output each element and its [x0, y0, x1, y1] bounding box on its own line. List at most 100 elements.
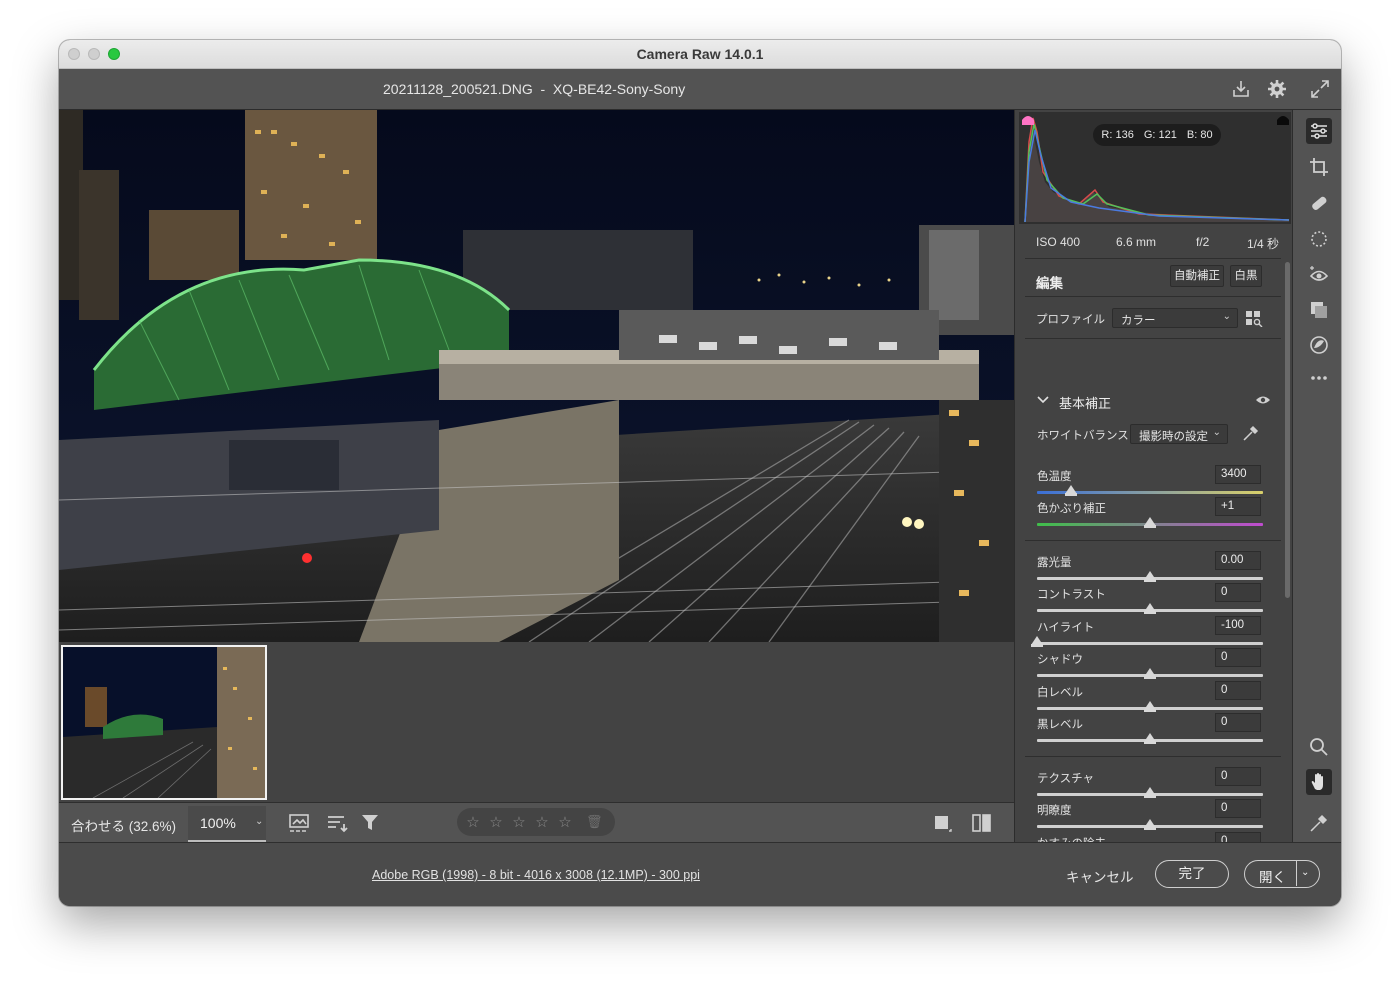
profile-select[interactable]: カラー ⌄ — [1112, 308, 1238, 328]
exif-info: ISO 400 6.6 mm f/2 1/4 秒 — [1015, 230, 1292, 254]
slider-row: 明瞭度 0 — [1037, 799, 1263, 832]
aperture-value: f/2 — [1196, 235, 1210, 249]
auto-button[interactable]: 自動補正 — [1170, 265, 1224, 287]
slider-label: 色かぶり補正 — [1037, 503, 1106, 515]
star-4-icon[interactable]: ☆ — [534, 813, 550, 831]
fit-zoom-button[interactable]: 合わせる (32.6%) — [71, 815, 176, 835]
hand-icon[interactable] — [1306, 769, 1332, 795]
slider-track[interactable] — [1037, 642, 1263, 645]
slider-value-field[interactable]: 0 — [1215, 648, 1261, 667]
chevron-down-icon: ⌄ — [1212, 427, 1221, 438]
slider-thumb-base — [1144, 741, 1156, 744]
slider-value-field[interactable]: 0 — [1215, 832, 1261, 842]
shadow-clipping-icon[interactable] — [1021, 112, 1035, 126]
slider-value-field[interactable]: -100 — [1215, 616, 1261, 635]
slider-thumb-base — [1144, 579, 1156, 582]
rating-stars: ☆ ☆ ☆ ☆ ☆ 🗑 — [457, 808, 615, 836]
single-view-icon[interactable] — [931, 812, 955, 834]
workflow-options-link[interactable]: Adobe RGB (1998) - 8 bit - 4016 x 3008 (… — [372, 868, 700, 882]
save-icon[interactable] — [1230, 78, 1252, 100]
divider — [1025, 258, 1281, 259]
highlight-clipping-icon[interactable] — [1276, 112, 1290, 126]
slider-row: シャドウ 0 — [1037, 648, 1263, 681]
star-1-icon[interactable]: ☆ — [465, 813, 481, 831]
rgb-readout: R: 136 G: 121 B: 80 — [1093, 124, 1221, 146]
crop-icon[interactable] — [1308, 156, 1330, 178]
slider-row: かすみの除去 0 — [1037, 832, 1263, 842]
chevron-down-icon[interactable]: ⌄ — [1301, 867, 1309, 878]
filmstrip-thumbnail[interactable] — [61, 645, 267, 800]
viewer-toolbar: 合わせる (32.6%) 100% ⌄ ☆ ☆ ☆ ☆ ☆ 🗑 — [59, 802, 1014, 842]
slider-thumb-base — [1144, 709, 1156, 712]
black-white-button[interactable]: 白黒 — [1230, 265, 1262, 287]
star-2-icon[interactable]: ☆ — [488, 813, 504, 831]
healing-icon[interactable] — [1308, 192, 1330, 214]
zoom-icon[interactable] — [1308, 736, 1330, 758]
slider-row: 色温度 3400 — [1037, 465, 1263, 498]
slider-value-field[interactable]: 0 — [1215, 767, 1261, 786]
slider-thumb-base — [1144, 525, 1156, 528]
snapshot-icon[interactable] — [1308, 334, 1330, 356]
open-button[interactable]: 開く ⌄ — [1244, 860, 1320, 888]
open-button-label: 開く — [1259, 870, 1286, 885]
edit-sliders-icon[interactable] — [1306, 118, 1332, 144]
presets-icon[interactable] — [1308, 299, 1330, 321]
tool-strip — [1292, 110, 1341, 842]
white-balance-select[interactable]: 撮影時の設定 ⌄ — [1130, 424, 1228, 444]
basic-section-title[interactable]: 基本補正 — [1059, 393, 1111, 412]
file-bar: 20211128_200521.DNG - XQ-BE42-Sony-Sony — [59, 69, 1341, 110]
mask-icon[interactable] — [1308, 228, 1330, 250]
photo-preview — [59, 110, 1014, 642]
slider-thumb-base — [1031, 644, 1043, 647]
edit-title: 編集 — [1036, 276, 1063, 291]
filter-icon[interactable] — [359, 812, 383, 834]
trash-icon[interactable]: 🗑 — [586, 814, 603, 830]
slider-label: ハイライト — [1037, 622, 1095, 634]
slider-label: シャドウ — [1037, 654, 1083, 666]
profile-browser-icon[interactable] — [1245, 309, 1263, 327]
redeye-icon[interactable] — [1308, 264, 1330, 286]
star-5-icon[interactable]: ☆ — [557, 813, 573, 831]
slider-value-field[interactable]: 0 — [1215, 713, 1261, 732]
slider-thumb-base — [1144, 827, 1156, 830]
star-3-icon[interactable]: ☆ — [511, 813, 527, 831]
slider-thumb-base — [1144, 611, 1156, 614]
image-viewer[interactable] — [59, 110, 1014, 642]
eyedropper-icon[interactable] — [1242, 424, 1260, 442]
slider-value-field[interactable]: +1 — [1215, 497, 1261, 516]
divider — [1025, 540, 1281, 541]
slider-label: かすみの除去 — [1037, 835, 1106, 842]
fullscreen-icon[interactable] — [1309, 78, 1331, 100]
sort-icon[interactable] — [325, 812, 349, 834]
before-after-icon[interactable] — [970, 812, 994, 834]
edit-panel: R: 136 G: 121 B: 80 ISO 400 6.6 mm f/2 1… — [1014, 110, 1292, 842]
file-title: 20211128_200521.DNG - XQ-BE42-Sony-Sony — [383, 81, 686, 97]
status-bar: Adobe RGB (1998) - 8 bit - 4016 x 3008 (… — [59, 842, 1341, 906]
more-icon[interactable] — [1308, 367, 1330, 389]
color-sampler-icon[interactable] — [1308, 812, 1330, 834]
cancel-button[interactable]: キャンセル — [1066, 866, 1134, 886]
slider-value-field[interactable]: 0.00 — [1215, 551, 1261, 570]
filmstrip-toggle-icon[interactable] — [288, 812, 312, 834]
title-bar: Camera Raw 14.0.1 — [59, 40, 1341, 69]
slider-value-field[interactable]: 3400 — [1215, 465, 1261, 484]
white-balance-label: ホワイトバランス — [1037, 430, 1129, 442]
gear-icon[interactable] — [1266, 78, 1288, 100]
divider — [1025, 756, 1281, 757]
slider-label: テクスチャ — [1037, 773, 1095, 785]
slider-row: テクスチャ 0 — [1037, 767, 1263, 800]
zoom-dropdown-icon[interactable]: ⌄ — [255, 816, 263, 827]
slider-value-field[interactable]: 0 — [1215, 681, 1261, 700]
window-title: Camera Raw 14.0.1 — [636, 46, 764, 62]
slider-thumb-base — [1064, 493, 1077, 496]
done-button[interactable]: 完了 — [1155, 860, 1229, 888]
iso-value: ISO 400 — [1036, 235, 1081, 249]
slider-value-field[interactable]: 0 — [1215, 583, 1261, 602]
slider-value-field[interactable]: 0 — [1215, 799, 1261, 818]
panel-scrollbar[interactable] — [1285, 262, 1290, 598]
slider-label: 露光量 — [1037, 557, 1072, 569]
chevron-down-icon[interactable] — [1037, 395, 1049, 405]
visibility-eye-icon[interactable] — [1255, 394, 1271, 406]
histogram: R: 136 G: 121 B: 80 — [1019, 112, 1291, 224]
slider-row: ハイライト -100 — [1031, 616, 1263, 649]
